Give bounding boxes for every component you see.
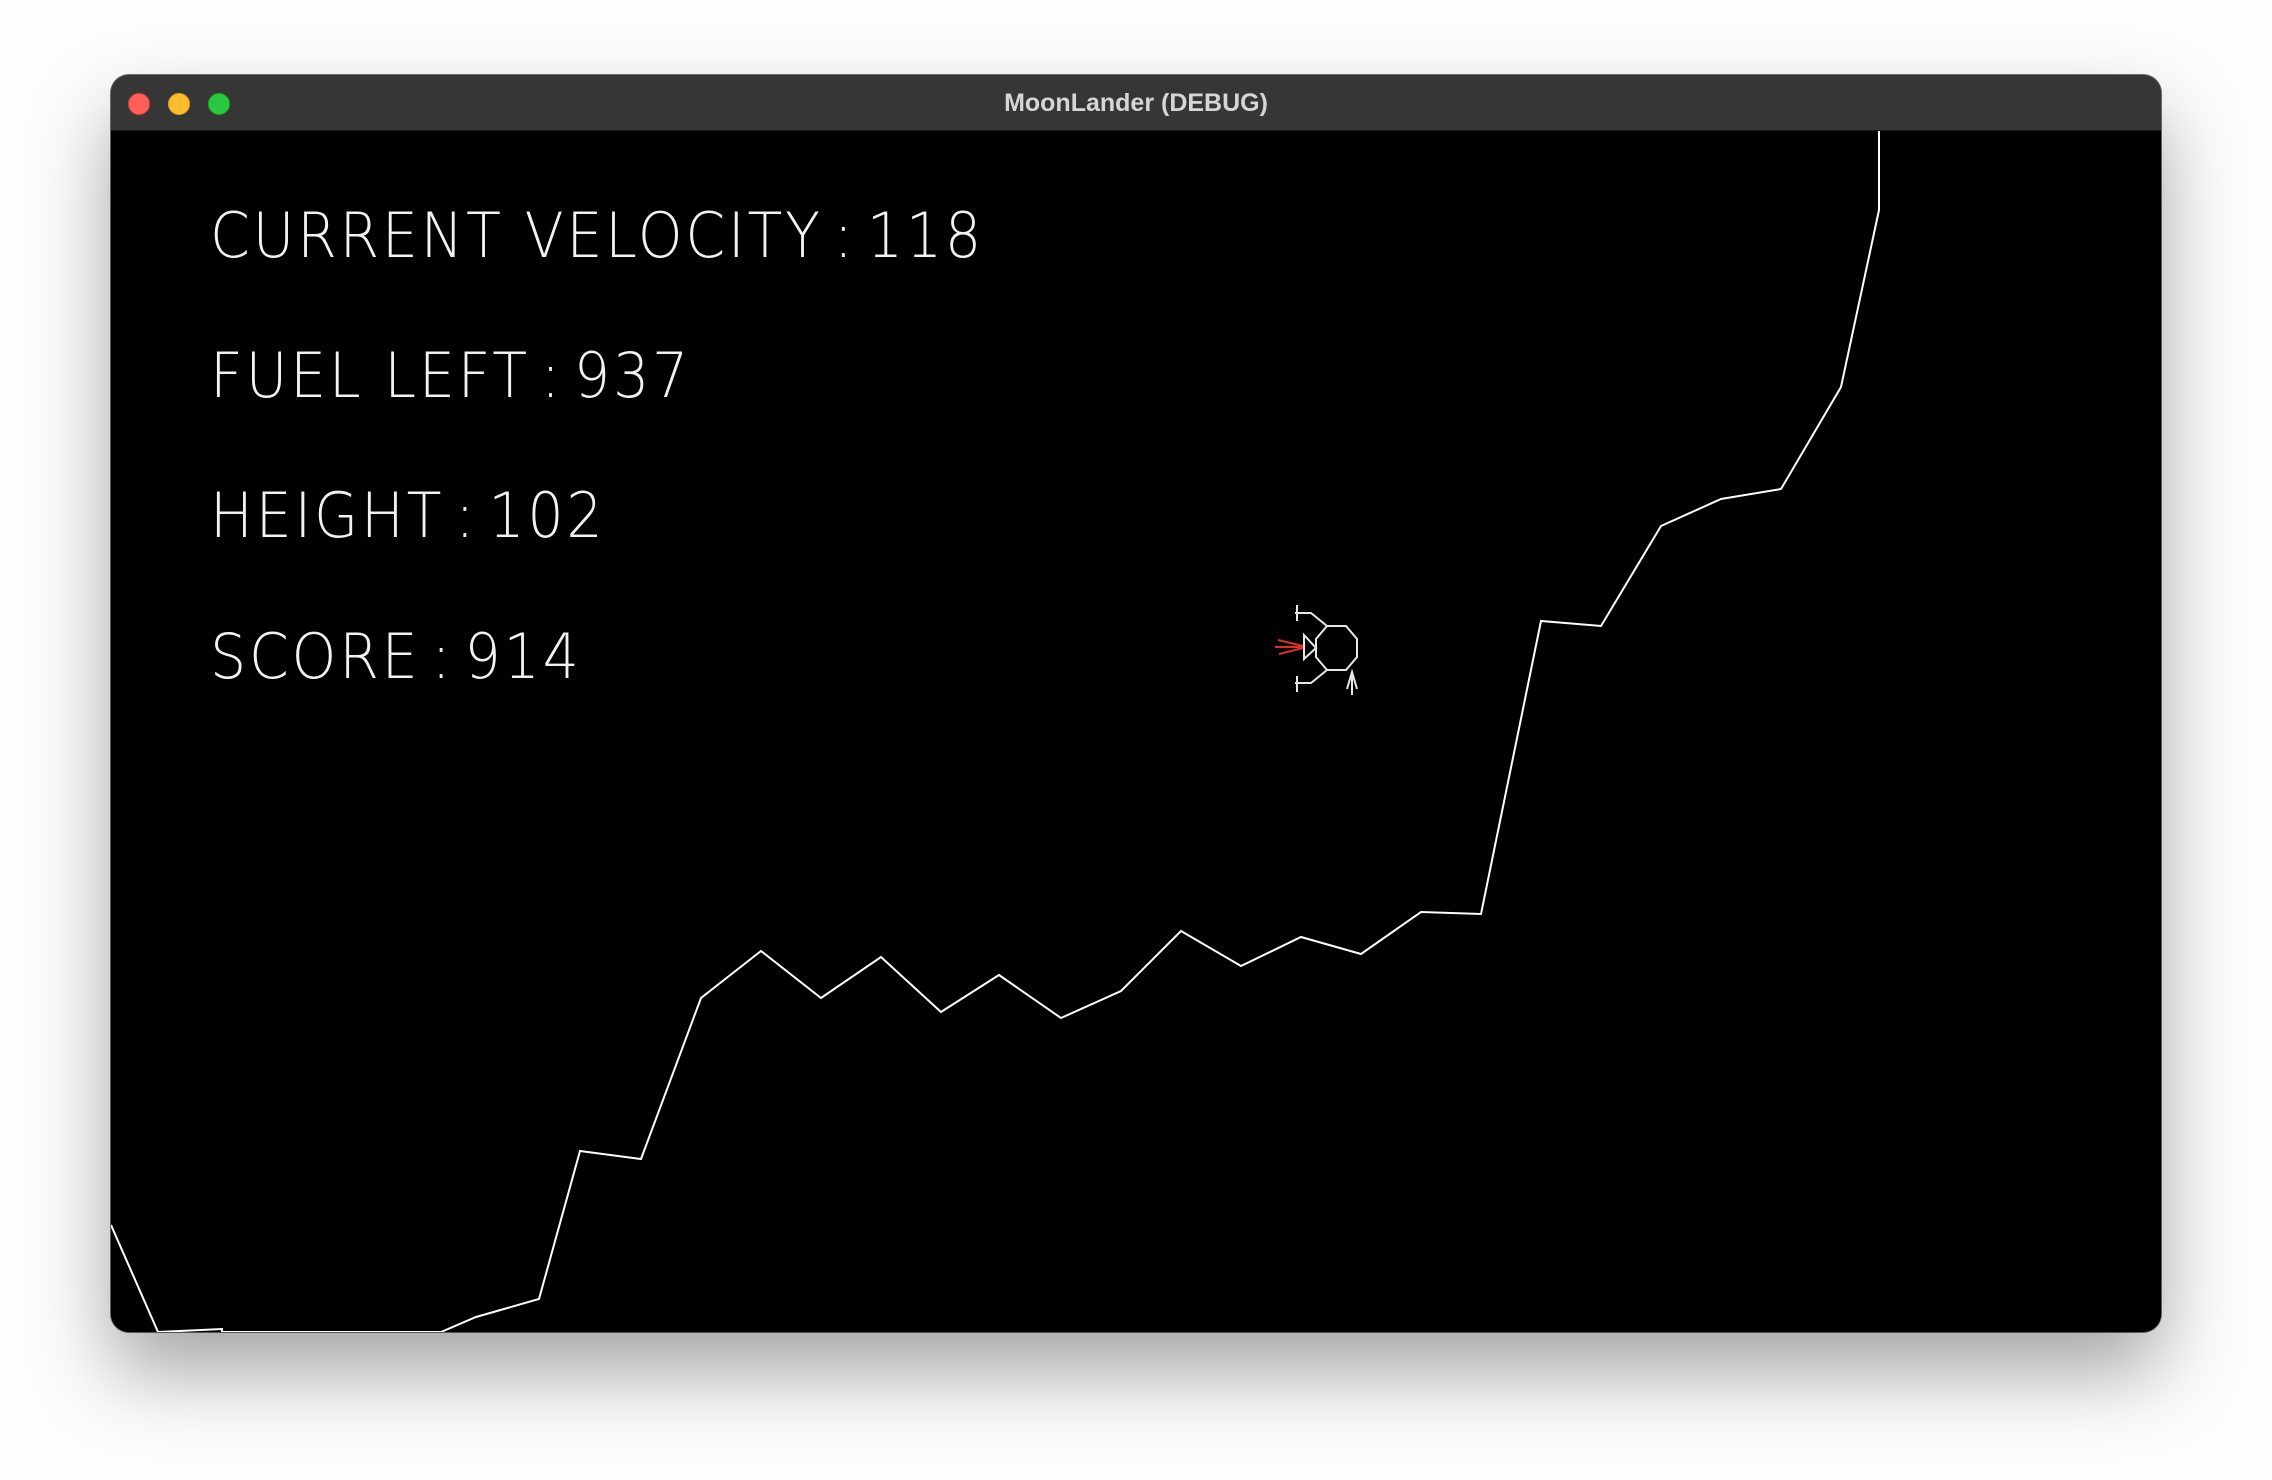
score-label: SCORE [210,620,421,693]
lunar-lander-icon [1295,605,1358,695]
velocity-separator: : [833,199,856,272]
fuel-separator: : [540,339,563,412]
velocity-label: CURRENT VELOCITY [210,199,823,272]
game-canvas[interactable]: CURRENT VELOCITY:118 FUEL LEFT:937 HEIGH… [111,131,2161,1332]
lunar-terrain [111,131,1880,1332]
fuel-readout: FUEL LEFT:937 [210,345,691,407]
lander-upper-leg [1295,612,1328,627]
score-value: 914 [464,620,582,693]
game-scene [111,131,1880,1332]
thruster-flame-icon [1275,639,1304,655]
fuel-label: FUEL LEFT [210,339,530,412]
lander-nozzle [1303,632,1318,662]
velocity-readout: CURRENT VELOCITY:118 [210,205,984,267]
lander-lower-leg [1295,669,1328,684]
height-readout: HEIGHT:102 [210,485,605,547]
lander-cabin [1315,625,1358,671]
window-title: MoonLander (DEBUG) [1004,89,1268,117]
score-readout: SCORE:914 [210,626,582,688]
desktop-backdrop: MoonLander (DEBUG) CURRENT VELOCITY: 11… [0,0,2272,1480]
height-label: HEIGHT [210,479,445,552]
score-separator: : [431,620,454,693]
height-value: 102 [488,479,606,552]
title-bar[interactable]: MoonLander (DEBUG) [111,75,2161,131]
velocity-value: 118 [866,199,984,272]
fuel-value: 937 [573,339,692,412]
game-window[interactable]: MoonLander (DEBUG) CURRENT VELOCITY: 11… [111,75,2161,1332]
height-separator: : [455,479,478,552]
